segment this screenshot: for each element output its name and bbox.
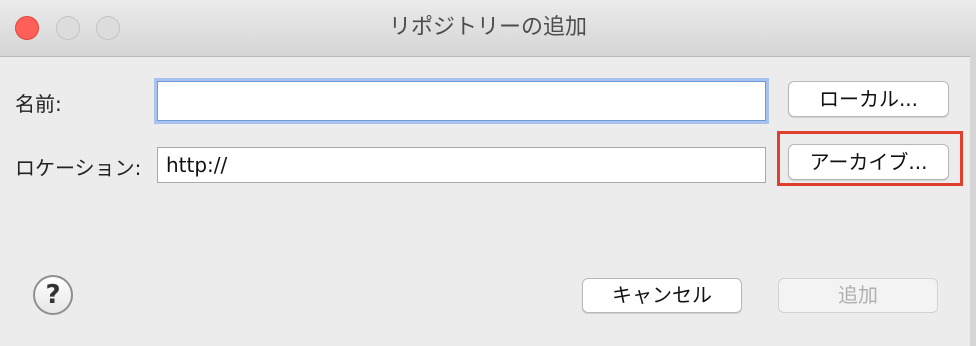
name-label: 名前:: [15, 92, 62, 116]
location-label: ロケーション:: [15, 156, 142, 180]
local-button[interactable]: ローカル...: [788, 81, 949, 117]
add-button[interactable]: 追加: [778, 278, 938, 313]
cancel-button[interactable]: キャンセル: [582, 278, 742, 313]
add-repository-dialog: リポジトリーの追加 名前: ローカル... ロケーション: アーカイブ... ?…: [0, 0, 976, 346]
name-field[interactable]: [157, 81, 766, 121]
window-edge: [970, 56, 976, 346]
title-bar: リポジトリーの追加: [0, 0, 976, 57]
location-field[interactable]: [157, 147, 766, 183]
window-title: リポジトリーの追加: [388, 15, 587, 40]
archive-highlight-box: [777, 131, 963, 186]
help-icon[interactable]: ?: [33, 275, 73, 315]
